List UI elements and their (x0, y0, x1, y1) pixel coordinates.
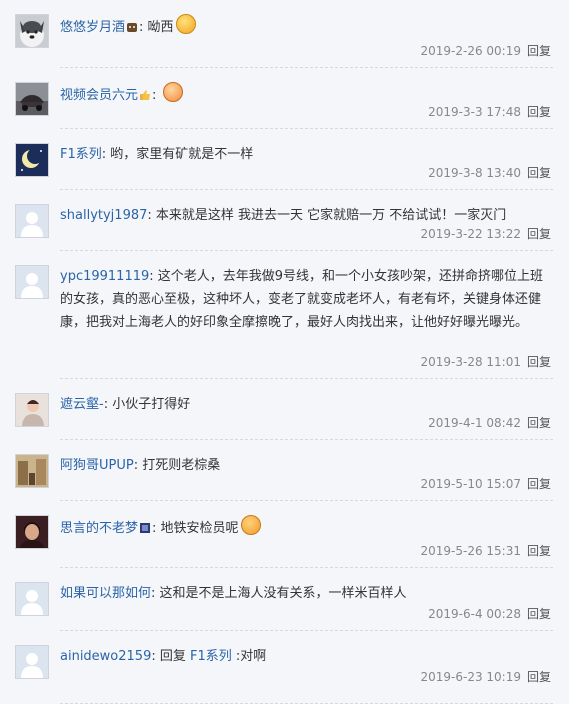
reply-button[interactable]: 回复 (527, 355, 551, 369)
street-photo-avatar-icon (16, 455, 48, 487)
default-user-icon (16, 583, 48, 615)
car-photo-avatar-icon (16, 83, 48, 115)
reply-button[interactable]: 回复 (527, 166, 551, 180)
avatar[interactable] (15, 143, 49, 177)
comment-item: 视频会员六元: 2019-3-3 17:48 回复 (0, 68, 569, 129)
dark-square-emoji-icon (139, 519, 151, 542)
moon-night-avatar-icon (16, 144, 48, 176)
comment-text: 呦西 (147, 20, 174, 35)
comment-item: 遮云壑-: 小伙子打得好 2019-4-1 08:42 回复 (0, 379, 569, 440)
reply-button[interactable]: 回复 (527, 105, 551, 119)
avatar[interactable] (15, 14, 49, 48)
username[interactable]: 悠悠岁月酒 (60, 20, 125, 35)
smirk-emoji-icon (175, 14, 196, 34)
comment-time: 2019-6-23 10:19 (420, 670, 521, 684)
comment-item: 阿狗哥UPUP: 打死则老棕桑 2019-5-10 15:07 回复 (0, 440, 569, 501)
avatar[interactable] (15, 393, 49, 427)
default-user-icon (16, 266, 48, 298)
username[interactable]: 思言的不老梦 (60, 521, 138, 536)
comment-item: ypc19911119: 这个老人，去年我做9号线，和一个小女孩吵架，还拼命挤哪… (0, 251, 569, 379)
username[interactable]: 如果可以那如何 (60, 586, 151, 601)
comment-time: 2019-5-10 15:07 (420, 477, 521, 491)
comment-time: 2019-3-22 13:22 (420, 227, 521, 241)
username[interactable]: 遮云壑- (60, 397, 104, 412)
comment-time: 2019-2-26 00:19 (420, 44, 521, 58)
username[interactable]: 阿狗哥UPUP (60, 458, 134, 473)
comment-text: 地铁安检员呢 (160, 521, 239, 536)
comment-item: shallytyj1987: 本来就是这样 我进去一天 它家就赔一万 不给试试！… (0, 190, 569, 251)
avatar[interactable] (15, 204, 49, 238)
avatar[interactable] (15, 454, 49, 488)
reply-button[interactable]: 回复 (527, 544, 551, 558)
comment-time: 2019-3-8 13:40 (428, 166, 521, 180)
username[interactable]: ypc19911119 (60, 269, 149, 284)
default-user-icon (16, 205, 48, 237)
husky-avatar-icon (16, 15, 48, 47)
comment-text: 小伙子打得好 (112, 397, 191, 412)
comment-item: ainidewo2159: 回复 F1系列 :对啊 2019-6-23 10:1… (0, 631, 569, 704)
comment-text: :对啊 (235, 649, 267, 664)
username[interactable]: shallytyj1987 (60, 208, 147, 223)
avatar[interactable] (15, 515, 49, 549)
avatar[interactable] (15, 582, 49, 616)
avatar[interactable] (15, 82, 49, 116)
avatar[interactable] (15, 645, 49, 679)
reply-button[interactable]: 回复 (527, 670, 551, 684)
comment-text: 哟，家里有矿就是不一样 (110, 147, 254, 162)
reply-button[interactable]: 回复 (527, 477, 551, 491)
default-user-icon (16, 646, 48, 678)
person-photo-avatar-icon (16, 394, 48, 426)
reply-button[interactable]: 回复 (527, 227, 551, 241)
reply-button[interactable]: 回复 (527, 416, 551, 430)
cute-face-emoji-icon (126, 18, 138, 41)
tongue-out-emoji-icon (240, 515, 261, 535)
comment-time: 2019-4-1 08:42 (428, 416, 521, 430)
comment-text: 打死则老棕桑 (142, 458, 221, 473)
thumbs-up-emoji-icon (139, 86, 151, 109)
reply-button[interactable]: 回复 (527, 607, 551, 621)
username[interactable]: 视频会员六元 (60, 88, 138, 103)
username[interactable]: F1系列 (60, 147, 102, 162)
reply-target-user[interactable]: F1系列 (190, 649, 232, 664)
comment-text: 本来就是这样 我进去一天 它家就赔一万 不给试试！一家灭门 (155, 208, 507, 223)
username[interactable]: ainidewo2159 (60, 649, 151, 664)
comment-time: 2019-5-26 15:31 (420, 544, 521, 558)
comment-text: 这和是不是上海人没有关系，一样米百样人 (159, 586, 407, 601)
comment-item: 悠悠岁月酒: 呦西 2019-2-26 00:19 回复 (0, 0, 569, 68)
surprised-emoji-icon (162, 82, 183, 102)
comment-item: 思言的不老梦: 地铁安检员呢 2019-5-26 15:31 回复 (0, 501, 569, 568)
man-portrait-avatar-icon (16, 516, 48, 548)
comment-time: 2019-3-28 11:01 (420, 355, 521, 369)
comment-time: 2019-3-3 17:48 (428, 105, 521, 119)
reply-word: 回复 (159, 649, 186, 664)
comment-time: 2019-6-4 00:28 (428, 607, 521, 621)
reply-button[interactable]: 回复 (527, 44, 551, 58)
comment-item: F1系列: 哟，家里有矿就是不一样 2019-3-8 13:40 回复 (0, 129, 569, 190)
avatar[interactable] (15, 265, 49, 299)
comment-item: 如果可以那如何: 这和是不是上海人没有关系，一样米百样人 2019-6-4 00… (0, 568, 569, 631)
